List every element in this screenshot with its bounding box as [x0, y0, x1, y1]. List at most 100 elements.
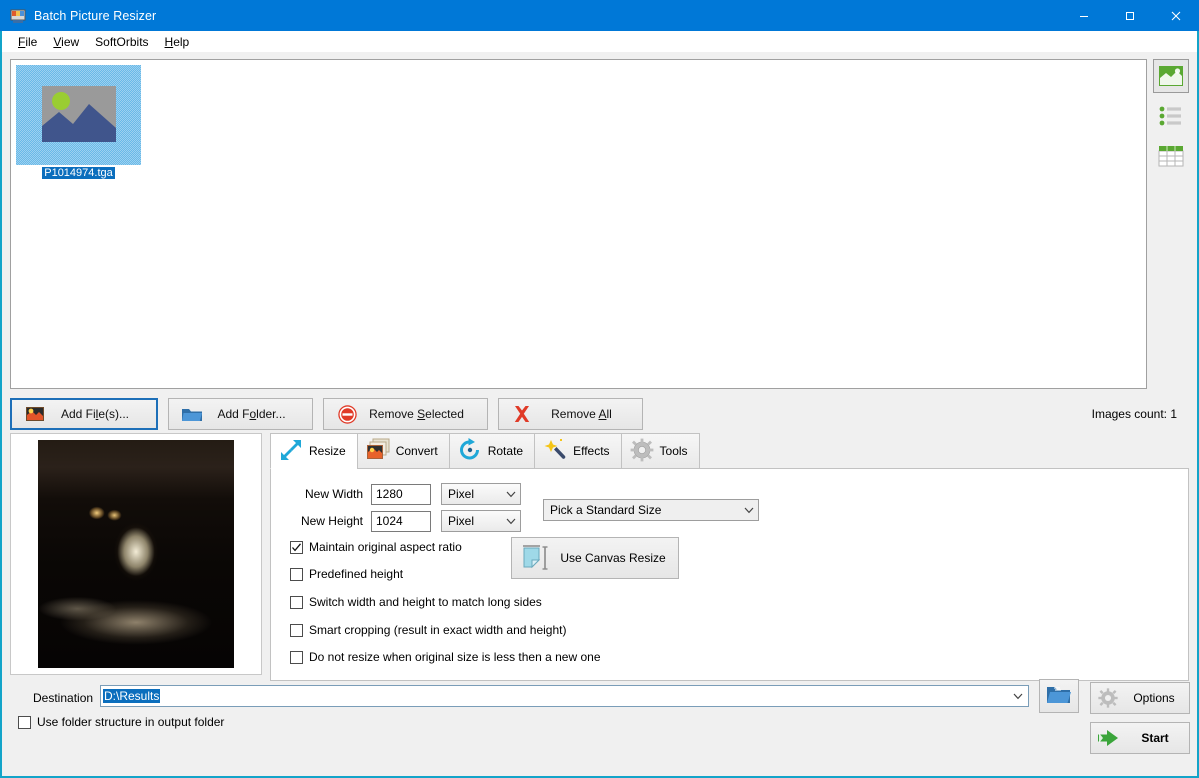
- grid-table-icon: [1158, 146, 1184, 167]
- width-unit-select[interactable]: Pixel: [441, 483, 521, 505]
- menu-view[interactable]: View: [45, 33, 87, 51]
- new-width-input[interactable]: [371, 483, 431, 505]
- red-x-icon: [509, 404, 535, 424]
- prohibition-icon: [334, 404, 360, 425]
- checkbox-switch-width-height[interactable]: Switch width and height to match long si…: [290, 595, 542, 609]
- chevron-down-icon: [502, 518, 520, 525]
- remove-all-button[interactable]: Remove All: [498, 398, 643, 430]
- chevron-down-icon[interactable]: [1008, 693, 1028, 700]
- resize-tab-panel: New Width Pixel New Height Pixel: [270, 468, 1189, 681]
- options-label: Options: [1133, 691, 1175, 705]
- green-arrow-icon: [1091, 728, 1127, 748]
- application-window: Batch Picture Resizer FFileile View Soft…: [0, 0, 1199, 778]
- menu-softorbits[interactable]: SoftOrbits: [87, 33, 156, 51]
- new-width-label: New Width: [304, 487, 363, 501]
- tab-strip: Resize Convert Rotate Effects Tools: [270, 433, 1189, 469]
- tab-convert[interactable]: Convert: [356, 433, 449, 469]
- image-thumbnail-icon: [1159, 66, 1183, 86]
- checkbox-box[interactable]: [290, 623, 303, 637]
- remove-selected-button[interactable]: Remove Selected: [323, 398, 488, 430]
- checkbox-box[interactable]: [290, 650, 303, 664]
- destination-input[interactable]: D:\Results: [100, 685, 1029, 707]
- thumbnail-view-button[interactable]: [1153, 59, 1189, 93]
- list-view-button[interactable]: [1153, 99, 1189, 133]
- close-button[interactable]: [1153, 0, 1199, 31]
- checkbox-label: Switch width and height to match long si…: [309, 595, 542, 609]
- checkbox-use-folder-structure[interactable]: Use folder structure in output folder: [18, 715, 224, 729]
- menu-help[interactable]: Help: [157, 33, 198, 51]
- check-icon: [292, 542, 301, 551]
- checkbox-maintain-aspect-ratio[interactable]: Maintain original aspect ratio: [290, 540, 462, 554]
- image-preview: [38, 440, 234, 668]
- destination-label: Destination: [33, 691, 94, 705]
- magic-wand-icon: [542, 437, 568, 466]
- use-canvas-resize-button[interactable]: Use Canvas Resize: [511, 537, 679, 579]
- checkbox-box[interactable]: [290, 567, 303, 581]
- checkbox-box[interactable]: [290, 595, 303, 609]
- remove-selected-label: Remove Selected: [369, 407, 464, 421]
- height-unit-select[interactable]: Pixel: [441, 510, 521, 532]
- details-view-button[interactable]: [1153, 139, 1189, 173]
- destination-value: D:\Results: [103, 689, 161, 703]
- list-view-icon: [1159, 106, 1181, 126]
- options-button[interactable]: Options: [1090, 682, 1190, 714]
- minimize-button[interactable]: [1061, 0, 1107, 31]
- add-image-icon: [22, 406, 48, 422]
- list-item-label: P1014974.tga: [42, 167, 115, 179]
- tab-rotate[interactable]: Rotate: [448, 433, 535, 469]
- new-height-label: New Height: [300, 514, 363, 528]
- checkbox-do-not-resize[interactable]: Do not resize when original size is less…: [290, 650, 601, 664]
- file-actions-toolbar: Add File(s)... Add Folder... Remove Sele…: [2, 389, 1197, 433]
- checkbox-smart-cropping[interactable]: Smart cropping (result in exact width an…: [290, 623, 566, 637]
- maximize-button[interactable]: [1107, 0, 1153, 31]
- standard-size-value: Pick a Standard Size: [550, 503, 662, 517]
- app-icon: [10, 8, 26, 24]
- tab-resize[interactable]: Resize: [270, 433, 357, 469]
- add-files-button[interactable]: Add File(s)...: [10, 398, 158, 430]
- add-folder-label: Add Folder...: [217, 407, 286, 421]
- new-height-input[interactable]: [371, 510, 431, 532]
- start-button[interactable]: Start: [1090, 722, 1190, 754]
- use-canvas-resize-label: Use Canvas Resize: [560, 551, 666, 565]
- tab-effects[interactable]: Effects: [534, 433, 621, 469]
- add-folder-button[interactable]: Add Folder...: [168, 398, 313, 430]
- images-count-label: Images count: 1: [1091, 407, 1177, 421]
- tab-rotate-label: Rotate: [487, 444, 524, 458]
- standard-size-select[interactable]: Pick a Standard Size: [543, 499, 759, 521]
- menu-bar: FFileile View SoftOrbits Help: [2, 31, 1197, 52]
- rotate-circular-arrow-icon: [457, 437, 483, 466]
- resize-arrows-icon: [278, 437, 304, 466]
- title-bar: Batch Picture Resizer: [0, 0, 1199, 31]
- checkbox-box[interactable]: [290, 540, 303, 554]
- bottom-bar: Destination D:\Results Use folder struct…: [2, 679, 1197, 776]
- menu-file[interactable]: FFileile: [10, 33, 45, 51]
- open-folder-icon: [1046, 684, 1072, 709]
- height-unit-value: Pixel: [448, 514, 475, 528]
- image-preview-pane[interactable]: [10, 433, 262, 675]
- start-label: Start: [1141, 731, 1169, 745]
- window-controls: [1061, 0, 1199, 31]
- tab-tools[interactable]: Tools: [620, 433, 700, 469]
- file-list[interactable]: P1014974.tga: [10, 59, 1147, 389]
- chevron-down-icon: [740, 507, 758, 514]
- remove-all-label: Remove All: [551, 407, 612, 421]
- list-item[interactable]: P1014974.tga: [16, 65, 141, 179]
- thumbnail[interactable]: [16, 65, 141, 165]
- lower-panel: Resize Convert Rotate Effects Tools New …: [2, 433, 1197, 681]
- checkbox-predefined-height[interactable]: Predefined height: [290, 567, 403, 581]
- tab-tools-label: Tools: [659, 444, 688, 458]
- tab-resize-label: Resize: [309, 444, 346, 458]
- tab-convert-label: Convert: [395, 444, 438, 458]
- image-placeholder-icon: [39, 82, 119, 149]
- browse-destination-button[interactable]: [1039, 679, 1079, 713]
- convert-images-icon: [365, 437, 391, 466]
- checkbox-label: Predefined height: [309, 567, 404, 581]
- gear-icon: [629, 437, 655, 466]
- file-list-area: P1014974.tga: [2, 52, 1197, 389]
- checkbox-label: Use folder structure in output folder: [37, 715, 225, 729]
- checkbox-label: Smart cropping (result in exact width an…: [309, 623, 567, 637]
- chevron-down-icon: [502, 491, 520, 498]
- checkbox-label: Maintain original aspect ratio: [309, 540, 462, 554]
- gear-icon: [1091, 687, 1125, 709]
- checkbox-box[interactable]: [18, 715, 31, 729]
